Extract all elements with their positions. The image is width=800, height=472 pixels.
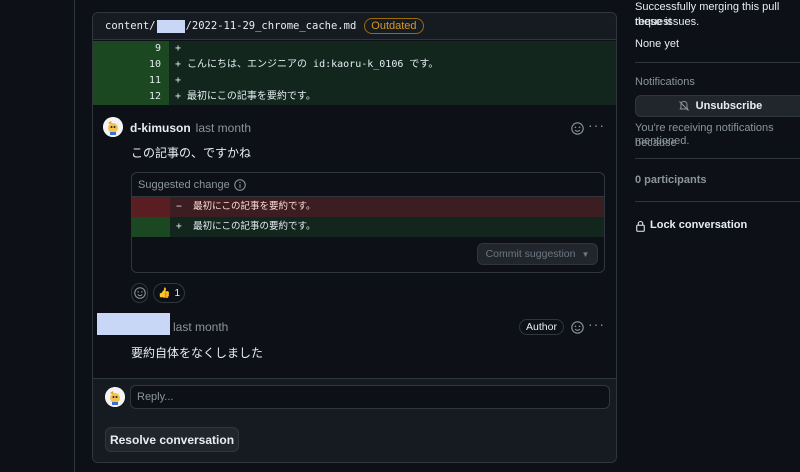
- commit-suggestion-button[interactable]: Commit suggestion ▼: [477, 243, 598, 265]
- participants-count: 0 participants: [635, 174, 707, 186]
- add-reaction-button[interactable]: [131, 283, 148, 303]
- reply-input[interactable]: Reply...: [130, 385, 610, 409]
- diff-hunk: 9 + 10 + こんにちは、エンジニアの id:kaoru-k_0106 です…: [93, 41, 616, 105]
- diff-line: 9 +: [93, 41, 616, 57]
- none-yet-text: None yet: [635, 38, 680, 50]
- redacted-author: [97, 313, 170, 335]
- resolve-conversation-button[interactable]: Resolve conversation: [105, 427, 239, 452]
- sidebar: Successfully merging this pull request t…: [635, 0, 800, 472]
- comment-author[interactable]: d-kimuson: [130, 121, 191, 135]
- line-number[interactable]: 12: [93, 89, 169, 105]
- lock-icon: [636, 220, 645, 232]
- file-path-suffix: /2022-11-29_chrome_cache.md: [185, 20, 357, 32]
- suggestion-added-text: + 最初にこの記事の要約です。: [170, 217, 604, 237]
- chevron-down-icon: ▼: [581, 249, 590, 259]
- suggestion-deleted-text: − 最初にこの記事を要約です。: [170, 197, 604, 217]
- comment-time[interactable]: last month: [196, 121, 251, 135]
- diff-code: + こんにちは、エンジニアの id:kaoru-k_0106 です。: [169, 57, 616, 73]
- avatar-image-icon: [103, 117, 123, 137]
- suggestion-deleted-line: − 最初にこの記事を要約です。: [132, 197, 604, 217]
- divider: [635, 62, 800, 63]
- file-path[interactable]: content/ /2022-11-29_chrome_cache.md: [105, 19, 357, 33]
- thumbs-up-reaction[interactable]: 👍 1: [153, 283, 185, 303]
- bell-slash-icon: [678, 101, 689, 111]
- unsubscribe-button[interactable]: Unsubscribe: [635, 95, 800, 117]
- lock-conversation-label: Lock conversation: [650, 219, 748, 231]
- reply-area: Reply... Resolve conversation: [93, 378, 616, 462]
- outdated-badge: Outdated: [364, 18, 424, 34]
- comment-header: d-kimuson last month: [130, 121, 251, 135]
- review-thread: content/ /2022-11-29_chrome_cache.md Out…: [92, 12, 617, 463]
- more-options-icon[interactable]: ···: [588, 117, 605, 133]
- unsubscribe-label: Unsubscribe: [695, 100, 763, 112]
- diff-code: + 最初にこの記事を要約です。: [169, 89, 616, 105]
- suggestion-added-line: + 最初にこの記事の要約です。: [132, 217, 604, 237]
- divider: [635, 201, 800, 202]
- diff-line: 10 + こんにちは、エンジニアの id:kaoru-k_0106 です。: [93, 57, 616, 73]
- avatar[interactable]: [103, 117, 123, 137]
- diff-line: 12 + 最初にこの記事を要約です。: [93, 89, 616, 105]
- reaction-count: 1: [174, 287, 180, 299]
- thumbs-up-icon: 👍: [157, 287, 171, 299]
- more-options-icon[interactable]: ···: [588, 316, 605, 332]
- suggested-change-box: Suggested change − 最初にこの記事を要約です。 + 最初にこの…: [131, 172, 605, 273]
- line-number[interactable]: 10: [93, 57, 169, 73]
- comment-body: 要約自体をなくしました: [131, 346, 264, 360]
- notifications-heading: Notifications: [635, 76, 695, 88]
- avatar-image-icon: [105, 387, 125, 407]
- file-path-prefix: content/: [105, 20, 156, 32]
- add-reaction-icon[interactable]: [570, 320, 584, 334]
- divider: [635, 158, 800, 159]
- left-gutter-divider: [74, 0, 75, 472]
- file-header: content/ /2022-11-29_chrome_cache.md Out…: [93, 13, 616, 40]
- lock-conversation-link[interactable]: Lock conversation: [635, 218, 747, 233]
- suggested-change-label: Suggested change: [138, 178, 230, 191]
- comment-body: この記事の、ですかね: [131, 146, 252, 160]
- redacted-block: [156, 19, 185, 33]
- add-reaction-icon[interactable]: [570, 121, 584, 135]
- smiley-icon: [133, 287, 146, 299]
- notify-reason-line-2: mentioned.: [635, 135, 690, 147]
- merge-info-line-2: these issues.: [635, 16, 700, 28]
- diff-line: 11 +: [93, 73, 616, 89]
- line-number[interactable]: 11: [93, 73, 169, 89]
- info-icon[interactable]: [233, 178, 246, 191]
- avatar[interactable]: [105, 387, 125, 407]
- diff-code: +: [169, 73, 616, 89]
- line-number[interactable]: 9: [93, 41, 169, 57]
- suggested-change-header: Suggested change: [132, 173, 604, 197]
- author-badge: Author: [519, 319, 564, 335]
- commit-suggestion-label: Commit suggestion: [485, 248, 576, 260]
- comment-time[interactable]: last month: [173, 320, 228, 334]
- diff-code: +: [169, 41, 616, 57]
